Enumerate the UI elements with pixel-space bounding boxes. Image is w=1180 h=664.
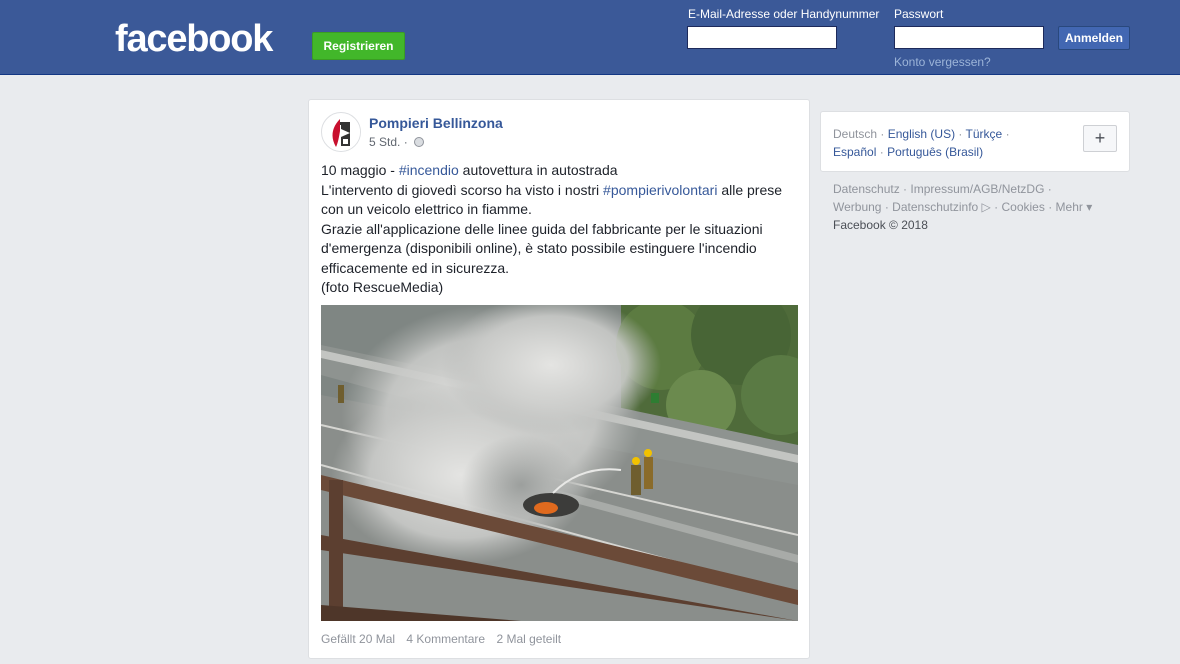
post-card: Pompieri Bellinzona 5 Std. · 10 maggio -… xyxy=(308,99,810,659)
post-line-3: con un veicolo elettrico in fiamme. xyxy=(321,201,532,217)
language-turkish-link[interactable]: Türkçe xyxy=(966,127,1003,141)
hashtag-incendio-link[interactable]: #incendio xyxy=(399,162,459,178)
language-list: Deutsch · English (US) · Türkçe · Españo… xyxy=(833,125,1053,161)
language-portuguese-link[interactable]: Português (Brasil) xyxy=(887,145,983,159)
email-field[interactable] xyxy=(687,26,837,49)
email-label: E-Mail-Adresse oder Handynummer xyxy=(688,7,880,21)
page-avatar[interactable] xyxy=(321,112,361,152)
separator: · xyxy=(958,127,966,141)
comments-count[interactable]: 4 Kommentare xyxy=(406,632,485,646)
post-stats: Gefällt 20 Mal 4 Kommentare 2 Mal geteil… xyxy=(321,632,569,646)
language-spanish-link[interactable]: Español xyxy=(833,145,876,159)
separator: · xyxy=(879,145,888,159)
footer-ads-link[interactable]: Werbung xyxy=(833,200,881,214)
separator: · xyxy=(1047,182,1052,196)
post-line-4: Grazie all'applicazione delle linee guid… xyxy=(321,220,763,237)
footer-imprint-link[interactable]: Impressum/AGB/NetzDG xyxy=(910,182,1044,196)
footer-links: Datenschutz · Impressum/AGB/NetzDG · Wer… xyxy=(833,180,1123,234)
post-text-segment: autovettura in autostrada xyxy=(458,162,618,178)
likes-count[interactable]: Gefällt 20 Mal xyxy=(321,632,395,646)
top-bar: facebook Registrieren E-Mail-Adresse ode… xyxy=(0,0,1180,75)
highway-car-fire-photo xyxy=(321,305,798,621)
more-languages-button[interactable]: + xyxy=(1083,125,1117,152)
post-message: 10 maggio - #incendio autovettura in aut… xyxy=(321,161,801,298)
post-line-2: L'intervento di giovedì scorso ha visto … xyxy=(321,181,801,201)
footer-more-link[interactable]: Mehr ▾ xyxy=(1056,200,1093,214)
post-line-7: (foto RescueMedia) xyxy=(321,279,444,295)
post-text-segment: alle prese xyxy=(717,181,783,198)
post-line-1: 10 maggio - #incendio autovettura in aut… xyxy=(321,161,801,181)
footer-cookies-link[interactable]: Cookies xyxy=(1001,200,1044,214)
separator: · xyxy=(880,127,888,141)
page-name-link[interactable]: Pompieri Bellinzona xyxy=(369,115,503,131)
fire-brigade-logo-icon xyxy=(323,114,360,151)
separator: · xyxy=(1048,200,1056,214)
footer-privacy-link[interactable]: Datenschutz xyxy=(833,182,900,196)
post-photo[interactable] xyxy=(321,305,798,621)
hashtag-pompierivolontari-link[interactable]: #pompierivolontari xyxy=(603,182,717,198)
language-current: Deutsch xyxy=(833,127,878,141)
login-button[interactable]: Anmelden xyxy=(1058,26,1130,50)
post-text-segment: 10 maggio - xyxy=(321,162,399,178)
post-line-5: d'emergenza (disponibili online), è stat… xyxy=(321,240,757,256)
register-button[interactable]: Registrieren xyxy=(312,32,405,60)
separator: · xyxy=(1005,127,1010,141)
password-label: Passwort xyxy=(894,7,944,21)
password-field[interactable] xyxy=(894,26,1044,49)
post-text-segment: L'intervento di giovedì scorso ha visto … xyxy=(321,181,604,198)
footer-adchoices-link[interactable]: Datenschutzinfo ▷ xyxy=(892,200,991,214)
language-english-link[interactable]: English (US) xyxy=(888,127,955,141)
facebook-logo[interactable]: facebook xyxy=(115,18,273,61)
post-time-text[interactable]: 5 Std. · xyxy=(369,135,408,149)
shares-count[interactable]: 2 Mal geteilt xyxy=(496,632,561,646)
copyright-text: Facebook © 2018 xyxy=(833,218,928,232)
language-selector-box: Deutsch · English (US) · Türkçe · Españo… xyxy=(820,111,1130,172)
post-line-6: efficacemente ed in sicurezza. xyxy=(321,259,510,276)
post-timestamp: 5 Std. · xyxy=(369,135,425,149)
forgot-account-link[interactable]: Konto vergessen? xyxy=(894,55,991,69)
globe-icon xyxy=(414,137,425,147)
